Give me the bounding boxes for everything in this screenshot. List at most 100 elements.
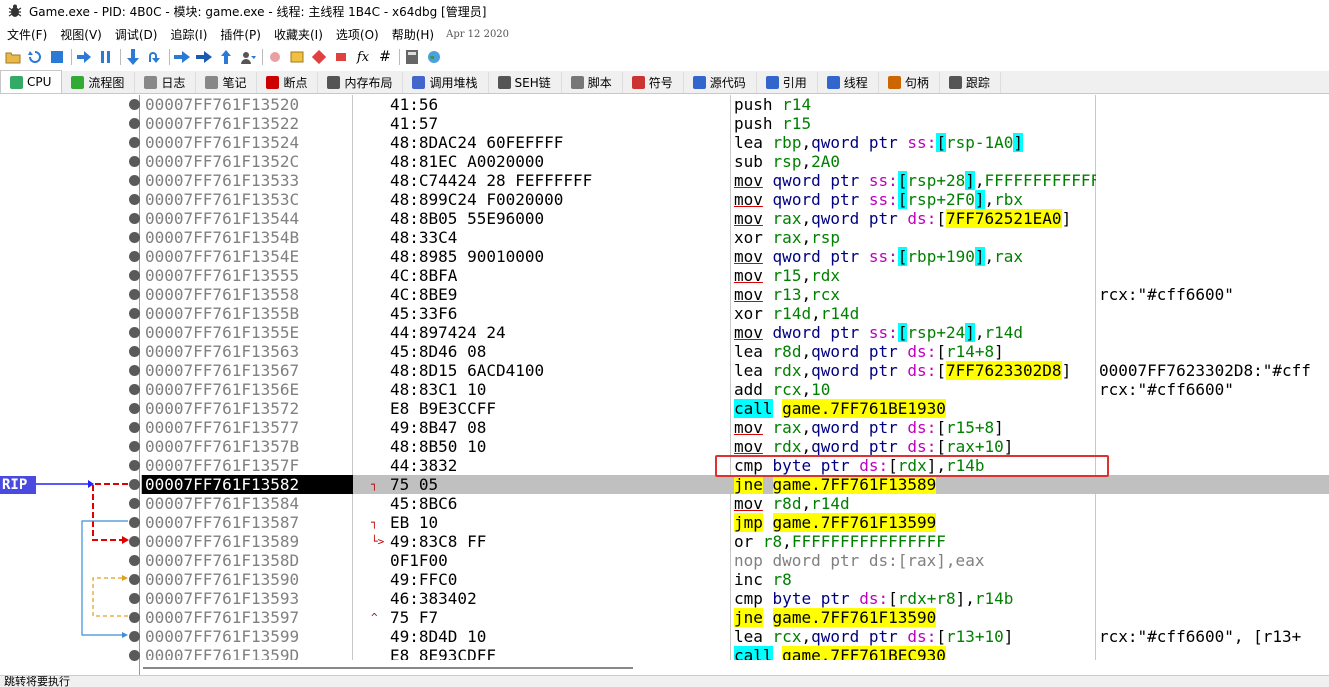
breakpoint-dot[interactable] <box>129 346 140 357</box>
labels-icon[interactable] <box>333 49 349 65</box>
pause-icon[interactable] <box>98 49 114 65</box>
breakpoint-dot[interactable] <box>129 327 140 338</box>
disasm-row[interactable]: 00007FF761F1356E 48:83C1 10 add rcx,10 rcx:… <box>141 380 1329 399</box>
disasm-row[interactable]: 00007FF761F13572 E8 B9E3CCFF call game.7FF… <box>141 399 1329 418</box>
disasm-row[interactable]: 00007FF761F13544 48:8B05 55E96000 mov rax,… <box>141 209 1329 228</box>
breakpoint-dot[interactable] <box>129 441 140 452</box>
disasm-row[interactable]: 00007FF761F13558 4C:8BE9 mov r13,rcx rcx:"#… <box>141 285 1329 304</box>
run-to-user-code-icon[interactable] <box>240 49 256 65</box>
stop-icon[interactable] <box>49 49 65 65</box>
open-icon[interactable] <box>5 49 21 65</box>
tab-script[interactable]: 脚本 <box>562 72 623 93</box>
breakpoint-dot[interactable] <box>129 99 140 110</box>
scylla-icon[interactable] <box>267 49 283 65</box>
disasm-row[interactable]: 00007FF761F13555 4C:8BFA mov r15,rdx <box>141 266 1329 285</box>
menu-favourites[interactable]: 收藏夹(I) <box>267 26 329 43</box>
disasm-row[interactable]: 00007FF761F13533 48:C74424 28 FEFFFFFF mov… <box>141 171 1329 190</box>
tab-notes[interactable]: 笔记 <box>196 72 258 93</box>
disasm-row[interactable]: 00007FF761F13589 └> 49:83C8 FF or r8,FFFFFF… <box>141 532 1329 551</box>
breakpoint-dot[interactable] <box>129 460 140 471</box>
breakpoint-dot[interactable] <box>129 384 140 395</box>
globe-icon[interactable] <box>426 49 442 65</box>
disasm-row[interactable]: 00007FF761F1354B 48:33C4 xor rax,rsp <box>141 228 1329 247</box>
menu-file[interactable]: 文件(F) <box>0 26 53 43</box>
tab-trace[interactable]: 跟踪 <box>940 72 1001 93</box>
disassembly-view[interactable]: 00007FF761F13520 41:56 push r14 00007FF761F… <box>141 95 1329 664</box>
breakpoint-dot[interactable] <box>129 137 140 148</box>
functions-icon[interactable]: fx <box>355 49 371 65</box>
scrollbar-thumb[interactable] <box>143 667 633 669</box>
tab-breakpoint[interactable]: 断点 <box>257 72 319 93</box>
breakpoint-dot[interactable] <box>129 479 140 490</box>
breakpoint-dot[interactable] <box>129 498 140 509</box>
breakpoint-dot[interactable] <box>129 555 140 566</box>
disasm-row[interactable]: 00007FF761F1353C 48:899C24 F0020000 mov qw… <box>141 190 1329 209</box>
breakpoint-dot[interactable] <box>129 536 140 547</box>
calculator-icon[interactable] <box>404 49 420 65</box>
patches-icon[interactable] <box>289 49 305 65</box>
horizontal-scrollbar[interactable] <box>141 660 1329 675</box>
disasm-row[interactable]: 00007FF761F13522 41:57 push r15 <box>141 114 1329 133</box>
menu-plugins[interactable]: 插件(P) <box>213 26 267 43</box>
disasm-row[interactable]: 00007FF761F13590 49:FFC0 inc r8 <box>141 570 1329 589</box>
comments-icon[interactable] <box>311 49 327 65</box>
disasm-row[interactable]: 00007FF761F13599 49:8D4D 10 lea rcx,qword … <box>141 627 1329 646</box>
disasm-row[interactable]: 00007FF761F13563 45:8D46 08 lea r8d,qword … <box>141 342 1329 361</box>
disasm-row[interactable]: 00007FF761F1355E 44:897424 24 mov dword pt… <box>141 323 1329 342</box>
disasm-row[interactable]: 00007FF761F13584 45:8BC6 mov r8d,r14d <box>141 494 1329 513</box>
tab-threads[interactable]: 线程 <box>818 72 879 93</box>
breakpoint-dot[interactable] <box>129 213 140 224</box>
breakpoint-dot[interactable] <box>129 232 140 243</box>
disasm-row[interactable]: 00007FF761F1354E 48:8985 90010000 mov qwor… <box>141 247 1329 266</box>
variables-icon[interactable]: # <box>377 49 393 65</box>
trace-into-icon[interactable] <box>174 49 190 65</box>
disasm-row[interactable]: 00007FF761F13597 ^ 75 F7 jne game.7FF761F13… <box>141 608 1329 627</box>
disasm-row[interactable]: 00007FF761F13524 48:8DAC24 60FEFFFF lea rb… <box>141 133 1329 152</box>
disasm-row[interactable]: 00007FF761F1357B 48:8B50 10 mov rdx,qword … <box>141 437 1329 456</box>
breakpoint-dot[interactable] <box>129 308 140 319</box>
breakpoint-dot[interactable] <box>129 650 140 661</box>
tab-graph[interactable]: 流程图 <box>62 72 136 93</box>
breakpoint-dot[interactable] <box>129 403 140 414</box>
disasm-row[interactable]: 00007FF761F13593 46:383402 cmp byte ptr ds… <box>141 589 1329 608</box>
breakpoint-dot[interactable] <box>129 631 140 642</box>
breakpoint-dot[interactable] <box>129 251 140 262</box>
menu-help[interactable]: 帮助(H) <box>385 26 440 43</box>
tab-source[interactable]: 源代码 <box>684 72 757 93</box>
breakpoint-dot[interactable] <box>129 156 140 167</box>
tab-callstack[interactable]: 调用堆栈 <box>403 72 489 93</box>
execute-till-return-icon[interactable] <box>218 49 234 65</box>
step-into-icon[interactable] <box>125 49 141 65</box>
disasm-row[interactable]: 00007FF761F13577 49:8B47 08 mov rax,qword … <box>141 418 1329 437</box>
disasm-row[interactable]: 00007FF761F1358D 0F1F00 nop dword ptr ds:[… <box>141 551 1329 570</box>
breakpoint-dot[interactable] <box>129 612 140 623</box>
disasm-row[interactable]: 00007FF761F13520 41:56 push r14 <box>141 95 1329 114</box>
breakpoint-dot[interactable] <box>129 517 140 528</box>
step-over-icon[interactable] <box>147 49 163 65</box>
breakpoint-dot[interactable] <box>129 365 140 376</box>
breakpoint-dot[interactable] <box>129 289 140 300</box>
trace-over-icon[interactable] <box>196 49 212 65</box>
breakpoint-dot[interactable] <box>129 118 140 129</box>
breakpoint-dot[interactable] <box>129 422 140 433</box>
restart-icon[interactable] <box>27 49 43 65</box>
menu-trace[interactable]: 追踪(I) <box>163 26 213 43</box>
breakpoint-dot[interactable] <box>129 574 140 585</box>
run-icon[interactable] <box>76 49 92 65</box>
disasm-row[interactable]: 00007FF761F13587 ┐ EB 10 jmp game.7FF761F13… <box>141 513 1329 532</box>
menu-view[interactable]: 视图(V) <box>53 26 108 43</box>
tab-log[interactable]: 日志 <box>135 72 197 93</box>
disasm-row[interactable]: 00007FF761F13567 48:8D15 6ACD4100 lea rdx,… <box>141 361 1329 380</box>
tab-memory[interactable]: 内存布局 <box>318 72 404 93</box>
menu-options[interactable]: 选项(O) <box>329 26 385 43</box>
tab-seh[interactable]: SEH链 <box>489 72 562 93</box>
tab-cpu[interactable]: CPU <box>0 70 63 93</box>
breakpoint-dot[interactable] <box>129 175 140 186</box>
disasm-row[interactable]: 00007FF761F13582 ┐ 75 05 jne game.7FF761F13… <box>141 475 1329 494</box>
tab-handles[interactable]: 句柄 <box>879 72 940 93</box>
tab-references[interactable]: 引用 <box>757 72 818 93</box>
disasm-row[interactable]: 00007FF761F1352C 48:81EC A0020000 sub rsp,… <box>141 152 1329 171</box>
menu-debug[interactable]: 调试(D) <box>108 26 164 43</box>
breakpoint-dot[interactable] <box>129 593 140 604</box>
breakpoint-dot[interactable] <box>129 194 140 205</box>
